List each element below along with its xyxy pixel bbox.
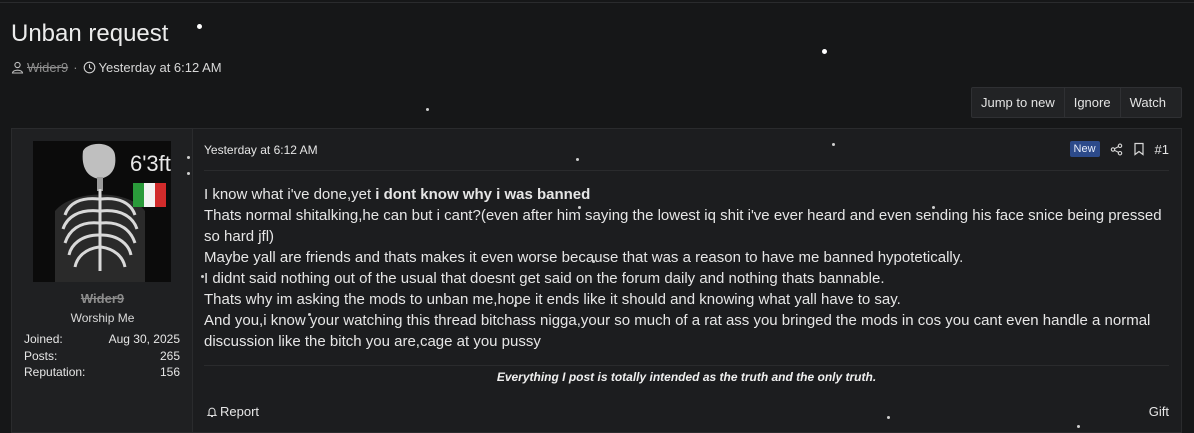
thread-meta: Wider9 · Yesterday at 6:12 AM (11, 60, 222, 75)
post-line: I know what i've done,yet i dont know wh… (204, 184, 1169, 205)
gift-button[interactable]: Gift (1149, 404, 1169, 419)
stat-row-reputation: Reputation: 156 (24, 364, 180, 381)
snow-particle (1077, 425, 1080, 428)
post-header-divider (204, 170, 1169, 171)
report-button[interactable]: Report (206, 404, 259, 419)
stat-label: Joined: (24, 332, 63, 346)
user-stats: Joined: Aug 30, 2025 Posts: 265 Reputati… (24, 331, 180, 381)
post-line: Thats normal shitalking,he can but i can… (204, 207, 1162, 245)
post-line-plain: I know what i've done,yet (204, 186, 376, 203)
stat-label: Reputation: (24, 365, 86, 379)
top-divider (0, 2, 1194, 3)
snow-particle (832, 143, 835, 146)
snow-particle (514, 304, 517, 307)
clock-icon (83, 61, 96, 74)
jump-to-new-button[interactable]: Jump to new (972, 88, 1065, 117)
report-label: Report (220, 404, 260, 419)
watch-button[interactable]: Watch (1121, 88, 1175, 117)
bell-icon (206, 406, 218, 418)
snow-particle (932, 206, 935, 209)
user-icon (11, 61, 24, 74)
snow-particle (197, 24, 202, 29)
thread-start-date[interactable]: Yesterday at 6:12 AM (99, 60, 222, 75)
user-title: Worship Me (70, 311, 135, 325)
snow-particle (822, 49, 827, 54)
thread-actions: Jump to new Ignore Watch (971, 87, 1182, 118)
snow-particle (578, 206, 581, 209)
user-info-panel: 6'3ft Wider9 Worship Me Joined: Aug 30, … (12, 129, 193, 432)
post-main: Yesterday at 6:12 AM New #1 I know what … (204, 129, 1169, 432)
post-line: And you,i know your watching this thread… (204, 312, 1151, 350)
bookmark-icon[interactable] (1133, 142, 1145, 156)
post-date-link[interactable]: Yesterday at 6:12 AM (204, 143, 318, 157)
avatar-height-text: 6'3ft (130, 151, 171, 176)
post-line: I didnt said nothing out of the usual th… (204, 270, 885, 287)
post-number-link[interactable]: #1 (1155, 142, 1169, 157)
thread-title: Unban request (11, 20, 169, 47)
snow-particle (201, 275, 204, 278)
post-line-bold: i dont know why i was banned (375, 186, 591, 203)
post-header-tools: New #1 (1069, 141, 1169, 157)
ignore-button[interactable]: Ignore (1065, 88, 1121, 117)
snow-particle (187, 156, 190, 159)
new-badge: New (1069, 141, 1100, 157)
snow-particle (887, 416, 890, 419)
user-signature: Everything I post is totally intended as… (496, 370, 877, 384)
snow-particle (592, 260, 595, 263)
meta-separator: · (73, 60, 78, 75)
avatar[interactable]: 6'3ft (33, 141, 171, 282)
post-line: Thats why im asking the mods to unban me… (204, 291, 901, 308)
stat-value: Aug 30, 2025 (108, 332, 180, 346)
stat-row-posts: Posts: 265 (24, 348, 180, 365)
thread-author-link[interactable]: Wider9 (27, 60, 68, 75)
post-body: I know what i've done,yet i dont know wh… (204, 184, 1169, 352)
post-line: Maybe yall are friends and thats makes i… (204, 249, 964, 266)
stat-value[interactable]: 265 (160, 348, 180, 365)
stat-label: Posts: (24, 348, 58, 363)
signature-divider (204, 365, 1169, 366)
stat-value: 156 (159, 365, 180, 379)
share-icon[interactable] (1110, 143, 1123, 156)
username-link[interactable]: Wider9 (12, 291, 193, 306)
snow-particle (576, 158, 579, 161)
snow-particle (308, 313, 311, 316)
stat-row-joined: Joined: Aug 30, 2025 (24, 331, 180, 348)
snow-particle (426, 108, 429, 111)
snow-particle (187, 172, 190, 175)
